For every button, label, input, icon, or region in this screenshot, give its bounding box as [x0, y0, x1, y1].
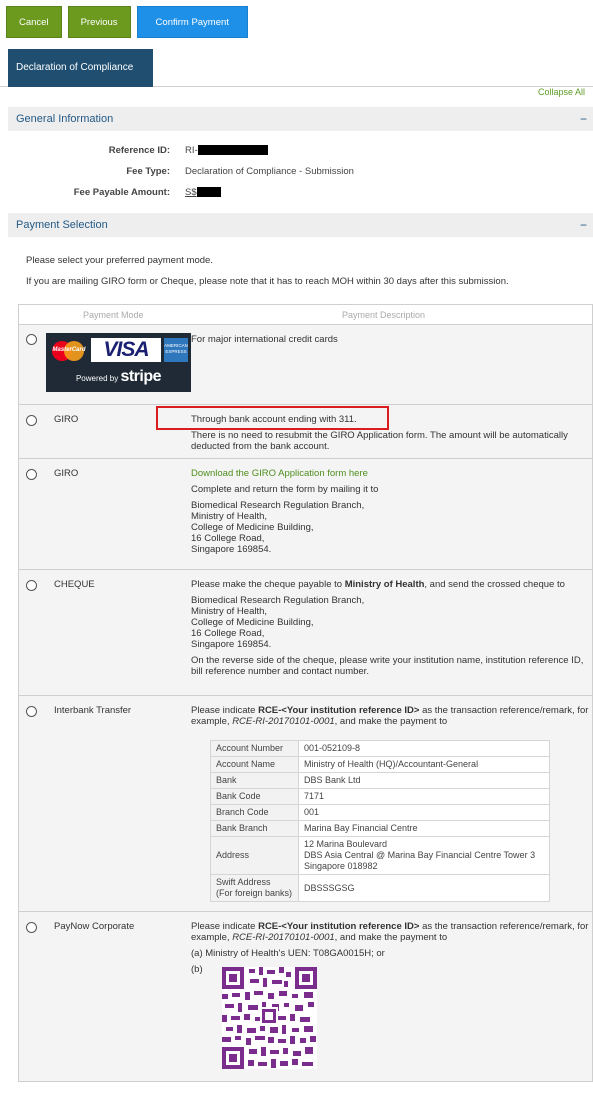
fee-amount-value: S$ [185, 185, 221, 201]
redaction-bar [197, 145, 268, 156]
fee-amount-row: Fee Payable Amount: S$ [8, 185, 593, 201]
fee-type-value: Declaration of Compliance - Submission [185, 166, 354, 177]
payment-mode-label: CHEQUE [54, 579, 95, 590]
mailing-note: If you are mailing GIRO form or Cheque, … [26, 276, 509, 287]
table-row: Bank Branch Marina Bay Financial Centre [210, 820, 550, 837]
mailing-address: Biomedical Research Regulation Branch, M… [191, 595, 365, 650]
stripe-logo: Powered by stripe [75, 368, 162, 385]
fee-type-label: Fee Type: [126, 166, 170, 177]
mailing-address: Biomedical Research Regulation Branch, M… [191, 500, 365, 555]
cheque-instruction: Please make the cheque payable to Minist… [191, 579, 565, 590]
payment-option-interbank: Interbank Transfer Please indicate RCE-<… [19, 696, 592, 912]
collapse-all-link[interactable]: Collapse All [538, 87, 585, 97]
table-row: Bank DBS Bank Ltd [210, 772, 550, 789]
giro-form-description: Download the GIRO Application form here … [191, 468, 589, 555]
radio-paynow[interactable] [26, 922, 37, 933]
download-giro-form-link[interactable]: Download the GIRO Application form here [191, 468, 589, 479]
payment-mode-label: GIRO [54, 414, 79, 425]
confirm-payment-button[interactable]: Confirm Payment [136, 6, 248, 38]
card-description: For major international credit cards [191, 334, 338, 345]
payment-option-cheque: CHEQUE Please make the cheque payable to… [19, 570, 592, 696]
payment-mode-label: Interbank Transfer [54, 705, 132, 716]
mastercard-logo: MasterCard [52, 341, 86, 361]
general-information-header[interactable]: General Information − [8, 107, 593, 131]
redaction-bar [196, 187, 221, 198]
paynow-qr-code [222, 967, 317, 1069]
visa-logo: VISA [91, 338, 161, 362]
amex-logo: AMERICAN EXPRESS [164, 338, 188, 362]
cheque-reverse-note: On the reverse side of the cheque, pleas… [191, 655, 584, 677]
cancel-button[interactable]: Cancel [6, 6, 62, 38]
cheque-description: Please make the cheque payable to Minist… [191, 579, 589, 682]
table-header: Payment Mode Payment Description [19, 305, 592, 325]
reference-id-row: Reference ID: RI- [8, 143, 593, 159]
radio-giro-form[interactable] [26, 469, 37, 480]
radio-interbank[interactable] [26, 706, 37, 717]
table-row: Branch Code 001 [210, 804, 550, 821]
reference-id-value: RI- [185, 143, 268, 159]
reference-id-label: Reference ID: [108, 145, 170, 156]
action-toolbar: Cancel Previous Confirm Payment [6, 6, 248, 38]
table-row: Account Name Ministry of Health (HQ)/Acco… [210, 756, 550, 773]
payment-mode-header: Payment Mode [83, 310, 144, 320]
paynow-instruction: Please indicate RCE-<Your institution re… [191, 921, 589, 943]
table-row: Bank Code 7171 [210, 788, 550, 805]
interbank-instruction: Please indicate RCE-<Your institution re… [191, 705, 589, 727]
radio-credit-card[interactable] [26, 334, 37, 345]
tab-bar: Declaration of Compliance [0, 49, 593, 87]
paynow-uen: (a) Ministry of Health's UEN: T08GA0015H… [191, 948, 385, 959]
payment-instruction: Please select your preferred payment mod… [26, 255, 213, 266]
table-row: Address 12 Marina Boulevard DBS Asia Centr… [210, 836, 550, 875]
fee-type-row: Fee Type: Declaration of Compliance - Su… [8, 164, 593, 180]
previous-button[interactable]: Previous [67, 6, 131, 38]
section-title: General Information [16, 113, 114, 125]
bank-details-table: Account Number 001-052109-8 Account Name M… [210, 740, 550, 902]
payment-option-giro-form: GIRO Download the GIRO Application form … [19, 459, 592, 570]
payment-mode-label: GIRO [54, 468, 79, 479]
tab-declaration-of-compliance[interactable]: Declaration of Compliance [8, 49, 153, 87]
radio-cheque[interactable] [26, 580, 37, 591]
table-row: Swift Address (For foreign banks) DBSSSGSG [210, 874, 550, 902]
payment-mode-label: PayNow Corporate [54, 921, 135, 932]
table-row: Account Number 001-052109-8 [210, 740, 550, 757]
fee-amount-label: Fee Payable Amount: [73, 187, 170, 198]
card-logos: MasterCard VISA AMERICAN EXPRESS Powered… [46, 333, 191, 392]
payment-option-paynow: PayNow Corporate Please indicate RCE-<Yo… [19, 912, 592, 1081]
collapse-toggle-icon[interactable]: − [580, 107, 587, 131]
section-title: Payment Selection [16, 219, 108, 231]
collapse-toggle-icon[interactable]: − [580, 213, 587, 237]
payment-option-credit-card: For major international credit cards Mas… [19, 325, 592, 405]
interbank-description: Please indicate RCE-<Your institution re… [191, 705, 589, 732]
radio-giro-bank[interactable] [26, 415, 37, 426]
mailing-instruction: Complete and return the form by mailing … [191, 484, 379, 495]
highlight-annotation-box [156, 406, 389, 430]
payment-description-header: Payment Description [342, 310, 426, 320]
payment-selection-header[interactable]: Payment Selection − [8, 213, 593, 237]
giro-note-text: There is no need to resubmit the GIRO Ap… [191, 430, 568, 452]
